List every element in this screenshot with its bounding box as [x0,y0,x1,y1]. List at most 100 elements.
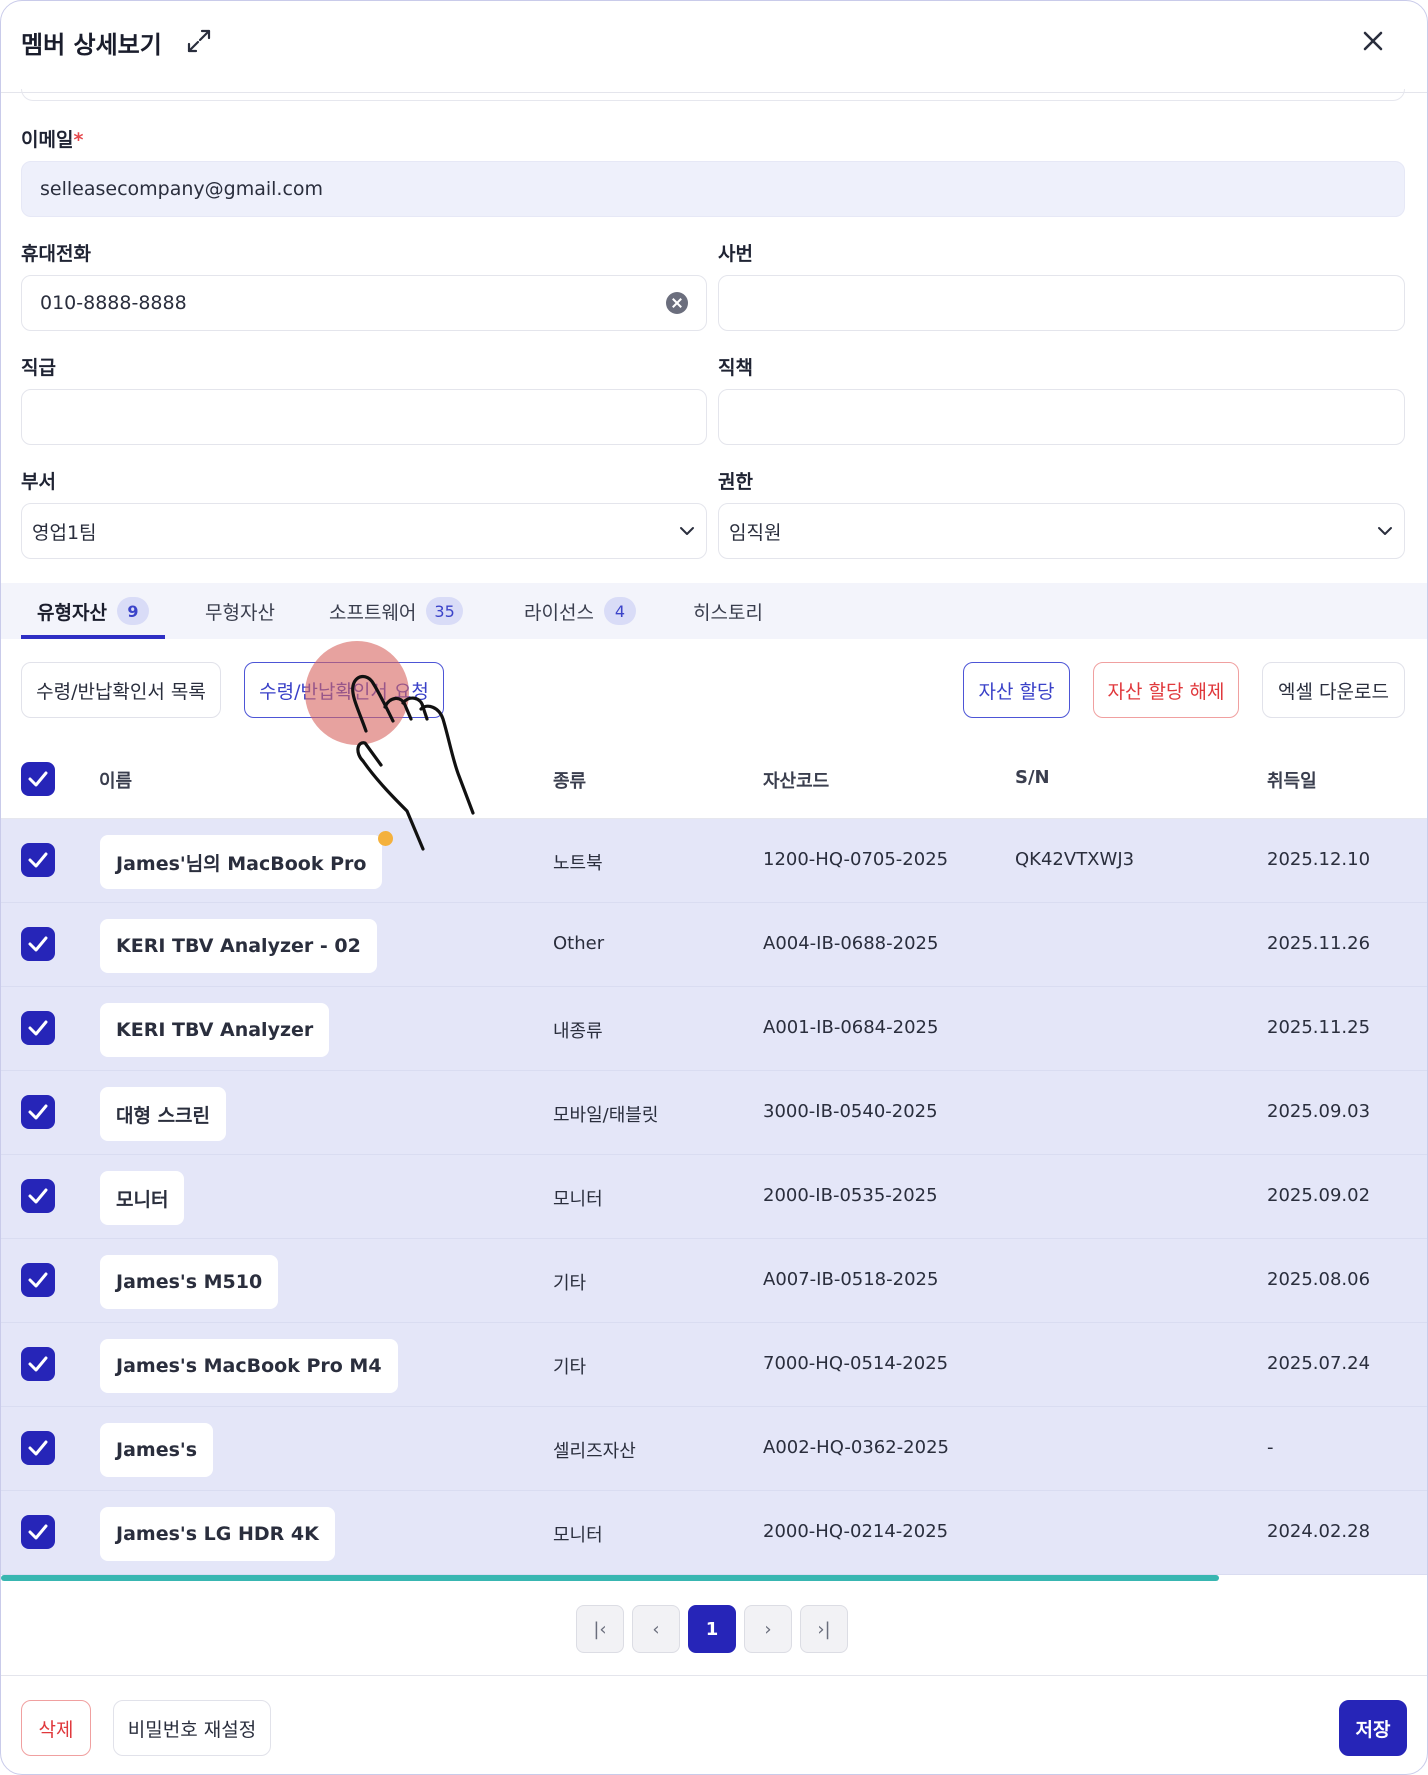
acquired-date-cell: 2025.07.24 [1267,1353,1371,1374]
asset-name-chip[interactable]: 대형 스크린 [100,1087,227,1141]
table-header: 이름 종류 자산코드 S/N 취득일 [1,739,1427,819]
asset-type-cell: 기타 [553,1357,587,1378]
acquired-date-cell: 2025.11.26 [1267,933,1371,954]
grade-field[interactable] [21,389,707,445]
role-select[interactable]: 임직원 [718,503,1405,559]
table-row[interactable]: 모니터 모니터 2000-IB-0535-2025 2025.09.02 [1,1155,1427,1239]
asset-name-chip[interactable]: KERI TBV Analyzer - 02 [100,919,377,973]
acquired-date-cell: 2025.09.03 [1267,1101,1371,1122]
scrolled-field-edge [21,89,1405,101]
column-asset-code[interactable]: 자산코드 [763,767,829,793]
last-page-button[interactable]: ›| [800,1605,848,1653]
asset-type-cell: 기타 [553,1273,587,1294]
table-row[interactable]: KERI TBV Analyzer - 02 Other A004-IB-0688-… [1,903,1427,987]
prev-page-button[interactable]: ‹ [632,1605,680,1653]
email-label: 이메일* [21,129,84,151]
next-page-button[interactable]: › [744,1605,792,1653]
modal-title: 멤버 상세보기 [21,31,162,59]
asset-code-cell: A001-IB-0684-2025 [763,1017,939,1038]
asset-type-cell: 노트북 [553,853,603,874]
employee-no-label: 사번 [718,243,753,265]
tab-history[interactable]: 히스토리 [693,583,763,639]
position-label: 직책 [718,357,753,379]
phone-field[interactable]: 010-8888-8888 [21,275,707,331]
column-acquired-date[interactable]: 취득일 [1267,767,1317,793]
page-1-button[interactable]: 1 [688,1605,736,1653]
acquired-date-cell: 2025.09.02 [1267,1185,1371,1206]
serial-number-cell: QK42VTXWJ3 [1015,849,1135,870]
asset-tabs: 유형자산 9 무형자산 소프트웨어 35 라이선스 4 히스토리 [1,583,1427,639]
asset-name-chip[interactable]: James's [100,1423,214,1477]
asset-name-chip[interactable]: James's MacBook Pro M4 [100,1339,398,1393]
department-label: 부서 [21,471,56,493]
employee-no-field[interactable] [718,275,1405,331]
row-checkbox[interactable] [21,1263,55,1297]
clear-input-icon[interactable] [666,292,688,314]
asset-code-cell: 3000-IB-0540-2025 [763,1101,938,1122]
table-row[interactable]: James's M510 기타 A007-IB-0518-2025 2025.08.0… [1,1239,1427,1323]
asset-code-cell: A002-HQ-0362-2025 [763,1437,949,1458]
count-badge: 4 [603,597,636,625]
asset-name-chip[interactable]: 모니터 [100,1171,185,1225]
hand-pointer-icon [351,675,475,851]
chevron-down-icon [680,527,694,535]
row-checkbox[interactable] [21,843,55,877]
reset-password-button[interactable]: 비밀번호 재설정 [113,1700,271,1756]
asset-name-chip[interactable]: James's M510 [100,1255,279,1309]
count-badge: 9 [116,597,149,625]
tab-licenses[interactable]: 라이선스 4 [524,583,636,639]
row-checkbox[interactable] [21,1011,55,1045]
row-checkbox[interactable] [21,1347,55,1381]
close-icon[interactable] [1359,27,1387,55]
table-row[interactable]: James's LG HDR 4K 모니터 2000-HQ-0214-2025 202… [1,1491,1427,1575]
acquired-date-cell: 2025.12.10 [1267,849,1371,870]
receipt-list-button[interactable]: 수령/반납확인서 목록 [21,662,221,718]
row-checkbox[interactable] [21,1431,55,1465]
tab-software[interactable]: 소프트웨어 35 [329,583,463,639]
asset-type-cell: 모바일/태블릿 [553,1105,659,1126]
count-badge: 35 [426,597,463,625]
select-all-checkbox[interactable] [21,762,55,796]
acquired-date-cell: 2025.11.25 [1267,1017,1371,1038]
tab-tangible-assets[interactable]: 유형자산 9 [21,583,165,639]
table-row[interactable]: James's MacBook Pro M4 기타 7000-HQ-0514-202… [1,1323,1427,1407]
excel-download-button[interactable]: 엑셀 다운로드 [1262,662,1405,718]
member-detail-modal: 멤버 상세보기 이메일* selleasecompany@gmail.com 휴… [0,0,1428,1775]
role-label: 권한 [718,471,753,493]
expand-icon[interactable] [185,27,213,55]
row-checkbox[interactable] [21,1179,55,1213]
table-row[interactable]: KERI TBV Analyzer 내종류 A001-IB-0684-2025 202… [1,987,1427,1071]
table-row[interactable]: James'님의 MacBook Pro 노트북 1200-HQ-0705-2025… [1,819,1427,903]
grade-label: 직급 [21,357,56,379]
delete-button[interactable]: 삭제 [21,1700,91,1756]
acquired-date-cell: 2024.02.28 [1267,1521,1371,1542]
position-field[interactable] [718,389,1405,445]
asset-code-cell: 1200-HQ-0705-2025 [763,849,949,870]
asset-type-cell: 모니터 [553,1189,603,1210]
department-select[interactable]: 영업1팀 [21,503,707,559]
asset-name-chip[interactable]: James's LG HDR 4K [100,1507,335,1561]
row-checkbox[interactable] [21,927,55,961]
tab-intangible-assets[interactable]: 무형자산 [205,583,275,639]
table-row[interactable]: 대형 스크린 모바일/태블릿 3000-IB-0540-2025 2025.09.03 [1,1071,1427,1155]
row-checkbox[interactable] [21,1095,55,1129]
acquired-date-cell: - [1267,1437,1274,1458]
asset-code-cell: A004-IB-0688-2025 [763,933,939,954]
first-page-button[interactable]: |‹ [576,1605,624,1653]
row-checkbox[interactable] [21,1515,55,1549]
asset-code-cell: A007-IB-0518-2025 [763,1269,939,1290]
chevron-down-icon [1378,527,1392,535]
assign-asset-button[interactable]: 자산 할당 [963,662,1070,718]
asset-type-cell: 셀리즈자산 [553,1441,636,1462]
save-button[interactable]: 저장 [1339,1700,1407,1756]
asset-name-chip[interactable]: KERI TBV Analyzer [100,1003,330,1057]
asset-code-cell: 7000-HQ-0514-2025 [763,1353,949,1374]
table-row[interactable]: James's 셀리즈자산 A002-HQ-0362-2025 - [1,1407,1427,1491]
unassign-asset-button[interactable]: 자산 할당 해제 [1093,662,1239,718]
column-name[interactable]: 이름 [99,767,132,793]
required-mark: * [73,129,84,151]
column-type[interactable]: 종류 [553,767,586,793]
horizontal-scrollbar[interactable] [1,1575,1219,1581]
modal-header: 멤버 상세보기 [1,1,1427,93]
column-serial-number[interactable]: S/N [1015,767,1050,788]
